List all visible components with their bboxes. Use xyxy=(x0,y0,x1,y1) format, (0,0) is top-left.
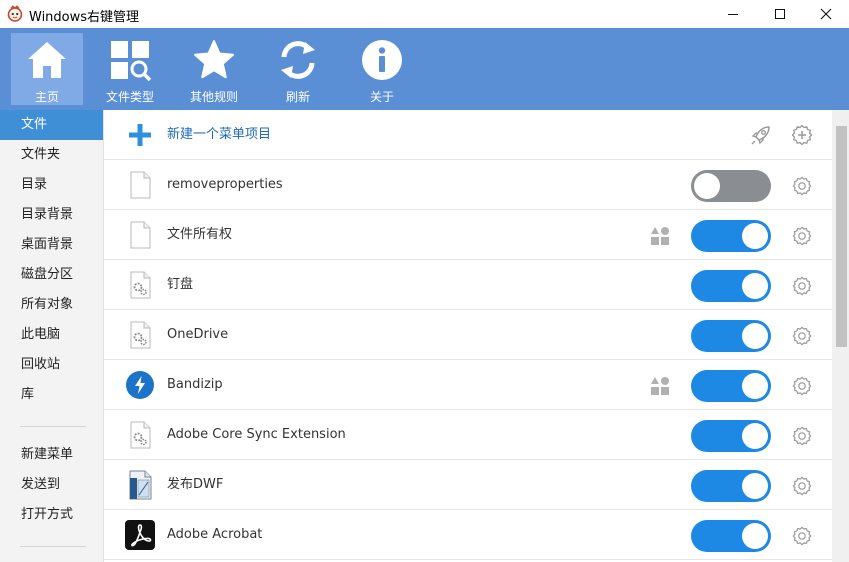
list-item[interactable]: OneDrive xyxy=(104,310,832,360)
list-item-label: Bandizip xyxy=(167,377,223,392)
gear-icon[interactable] xyxy=(791,275,813,297)
sidebar-item-library[interactable]: 库 xyxy=(0,380,103,410)
list-item-label: 钉盘 xyxy=(167,277,194,292)
enable-toggle[interactable] xyxy=(691,520,771,552)
new-menu-item-row[interactable]: 新建一个菜单项目 xyxy=(104,110,832,160)
add-icon xyxy=(129,124,151,146)
toggle-knob xyxy=(742,223,768,249)
close-icon xyxy=(820,8,832,20)
sidebar-divider xyxy=(20,426,86,427)
acrobat-icon xyxy=(125,520,155,550)
info-icon xyxy=(362,40,402,80)
sidebar-item-file[interactable]: 文件 xyxy=(0,110,103,140)
app-logo-icon xyxy=(7,5,23,22)
list-item[interactable]: 钉盘 xyxy=(104,260,832,310)
gear-icon[interactable] xyxy=(791,525,813,547)
settings-file-icon xyxy=(130,421,151,449)
sidebar-divider xyxy=(20,546,86,547)
tool-other-rules[interactable]: 其他规则 xyxy=(178,33,250,105)
toggle-knob xyxy=(742,523,768,549)
new-menu-item-label: 新建一个菜单项目 xyxy=(167,127,272,142)
settings-file-icon xyxy=(130,271,151,299)
list-item[interactable]: Adobe Acrobat xyxy=(104,510,832,560)
tool-other-rules-label: 其他规则 xyxy=(189,90,238,104)
sidebar-item-directory-background[interactable]: 目录背景 xyxy=(0,200,103,230)
list-item-label: Adobe Acrobat xyxy=(167,527,263,542)
enable-toggle[interactable] xyxy=(691,320,771,352)
enable-toggle[interactable] xyxy=(691,370,771,402)
list-item[interactable]: removeproperties xyxy=(104,160,832,210)
sidebar-item-send-to[interactable]: 发送到 xyxy=(0,470,103,500)
toggle-knob xyxy=(742,273,768,299)
sidebar-item-directory[interactable]: 目录 xyxy=(0,170,103,200)
add-settings-icon[interactable] xyxy=(790,123,814,147)
toggle-knob xyxy=(694,173,720,199)
list-item-label: Adobe Core Sync Extension xyxy=(167,427,346,442)
enable-toggle[interactable] xyxy=(691,420,771,452)
tool-home-label: 主页 xyxy=(34,90,59,104)
refresh-icon xyxy=(281,41,315,79)
title-bar: Windows右键管理 xyxy=(0,0,849,28)
scrollbar-thumb[interactable] xyxy=(836,126,847,347)
sidebar-item-recycle-bin[interactable]: 回收站 xyxy=(0,350,103,380)
enable-toggle[interactable] xyxy=(691,220,771,252)
window-title: Windows右键管理 xyxy=(29,10,140,25)
sidebar-item-folder[interactable]: 文件夹 xyxy=(0,140,103,170)
tool-home[interactable]: 主页 xyxy=(11,33,83,105)
list-item[interactable]: 文件所有权 xyxy=(104,210,832,260)
list-item-label: OneDrive xyxy=(167,327,229,342)
close-button[interactable] xyxy=(803,0,849,28)
star-icon xyxy=(194,40,234,79)
sidebar-item-desktop-background[interactable]: 桌面背景 xyxy=(0,230,103,260)
sidebar-item-new-menu[interactable]: 新建菜单 xyxy=(0,440,103,470)
enable-toggle[interactable] xyxy=(691,270,771,302)
enable-toggle[interactable] xyxy=(691,470,771,502)
tool-file-types[interactable]: 文件类型 xyxy=(94,33,166,105)
blank-file-icon xyxy=(130,221,151,249)
list-item[interactable]: 发布DWF xyxy=(104,460,832,510)
vertical-scrollbar[interactable] xyxy=(832,110,849,562)
toggle-knob xyxy=(742,323,768,349)
tool-about-label: 关于 xyxy=(369,90,394,104)
toggle-knob xyxy=(742,373,768,399)
shapes-icon[interactable] xyxy=(650,226,670,246)
minimize-button[interactable] xyxy=(710,0,756,28)
enable-toggle[interactable] xyxy=(691,170,771,202)
list-item-label: removeproperties xyxy=(167,177,283,192)
gear-icon[interactable] xyxy=(791,175,813,197)
list-item-label: 发布DWF xyxy=(167,477,224,492)
tool-refresh-label: 刷新 xyxy=(285,90,310,104)
toggle-knob xyxy=(742,423,768,449)
file-types-icon xyxy=(111,41,152,82)
maximize-icon xyxy=(775,9,785,19)
toggle-knob xyxy=(742,473,768,499)
tool-about[interactable]: 关于 xyxy=(346,33,418,105)
gear-icon[interactable] xyxy=(791,225,813,247)
sidebar-item-drive[interactable]: 磁盘分区 xyxy=(0,260,103,290)
dwf-file-icon xyxy=(129,470,152,500)
settings-file-icon xyxy=(130,321,151,349)
maximize-button[interactable] xyxy=(757,0,803,28)
gear-icon[interactable] xyxy=(791,375,813,397)
gear-icon[interactable] xyxy=(791,325,813,347)
shapes-icon[interactable] xyxy=(650,376,670,396)
tool-refresh[interactable]: 刷新 xyxy=(262,33,334,105)
home-icon xyxy=(28,42,66,78)
list-item[interactable]: Adobe Core Sync Extension xyxy=(104,410,832,460)
gear-icon[interactable] xyxy=(791,425,813,447)
sidebar-item-all-objects[interactable]: 所有对象 xyxy=(0,290,103,320)
menu-item-list: 新建一个菜单项目 removeproperties 文件所有权 钉盘 OneDr… xyxy=(104,110,849,562)
tool-file-types-label: 文件类型 xyxy=(105,90,154,104)
rocket-icon[interactable] xyxy=(749,123,773,147)
sidebar-item-this-pc[interactable]: 此电脑 xyxy=(0,320,103,350)
minimize-icon xyxy=(728,14,738,15)
toolbar: 主页 文件类型 其他规则 刷新 关于 xyxy=(0,28,849,110)
sidebar: 文件 文件夹 目录 目录背景 桌面背景 磁盘分区 所有对象 此电脑 回收站 库 … xyxy=(0,110,104,562)
sidebar-item-open-with[interactable]: 打开方式 xyxy=(0,500,103,530)
list-item[interactable]: Bandizip xyxy=(104,360,832,410)
bandizip-icon xyxy=(126,371,154,399)
gear-icon[interactable] xyxy=(791,475,813,497)
blank-file-icon xyxy=(130,171,151,199)
list-item-label: 文件所有权 xyxy=(167,227,233,242)
